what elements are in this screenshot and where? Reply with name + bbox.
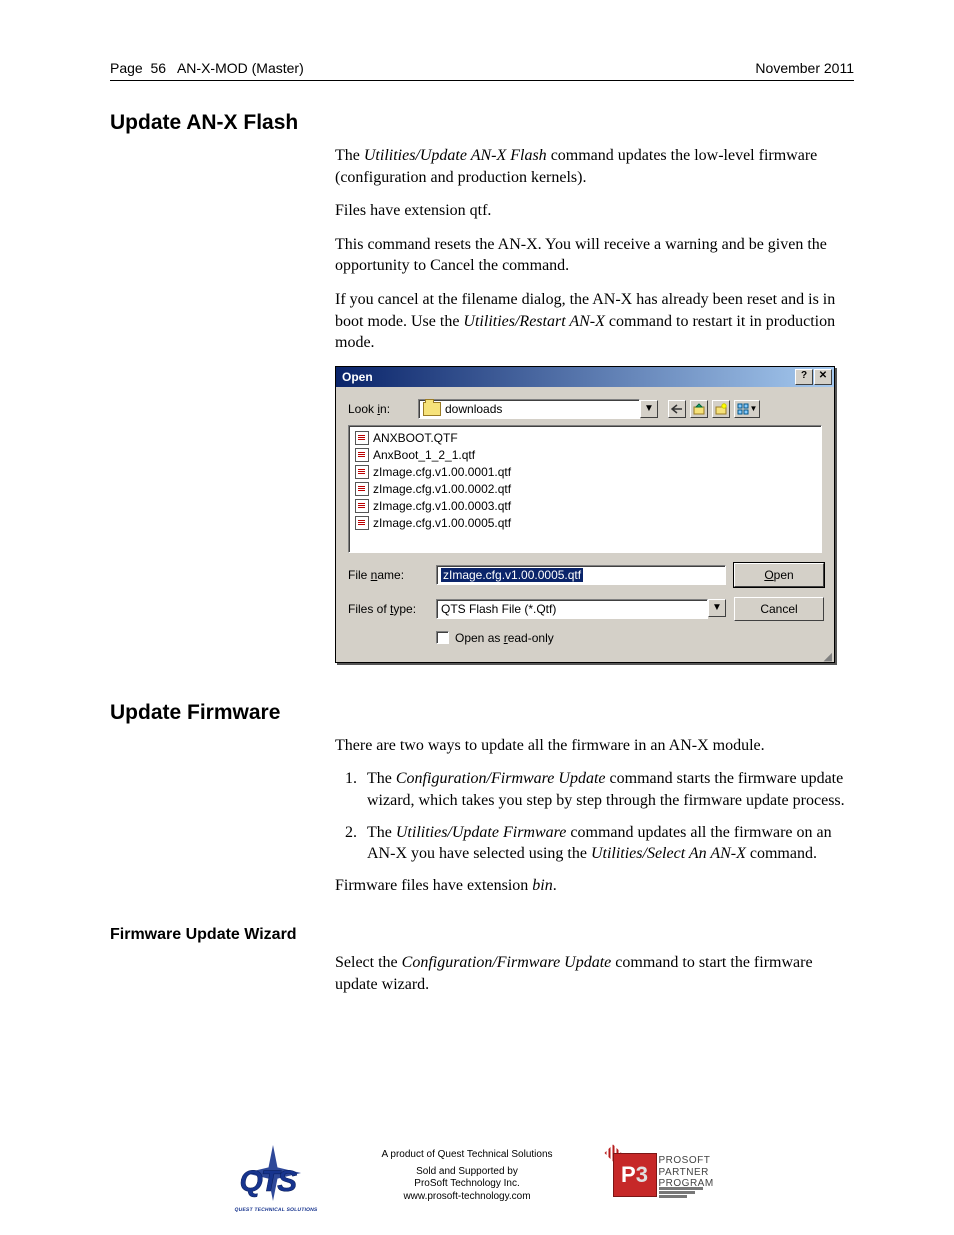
file-name-label: File name: [348,568,428,582]
list-item[interactable]: AnxBoot_1_2_1.qtf [355,447,815,464]
read-only-label: Open as read-only [455,631,554,645]
folder-icon [423,402,441,416]
file-name-input[interactable]: zImage.cfg.v1.00.0005.qtf [436,565,726,585]
page-footer: QTS QUEST TECHNICAL SOLUTIONS A product … [0,1141,954,1211]
chevron-down-icon[interactable]: ▼ [640,400,658,418]
footer-text: A product of Quest Technical Solutions S… [381,1149,552,1203]
look-in-value: downloads [445,402,502,416]
prosoft-partner-logo: P3 PROSOFT PARTNER PROGRAM [613,1147,723,1205]
dialog-titlebar[interactable]: Open ? ✕ [336,367,834,387]
paragraph: Firmware files have extension bin. [335,875,854,897]
files-of-type-combo[interactable]: QTS Flash File (*.Qtf) ▼ [436,599,726,619]
file-icon [355,448,369,462]
paragraph: Files have extension qtf. [335,200,854,222]
paragraph: The Utilities/Update AN-X Flash command … [335,145,854,188]
list-item[interactable]: zImage.cfg.v1.00.0003.qtf [355,498,815,515]
header-left: Page 56 AN-X-MOD (Master) [110,60,304,76]
header-date: November 2011 [755,60,854,76]
new-folder-icon[interactable] [712,400,730,418]
list-item[interactable]: zImage.cfg.v1.00.0005.qtf [355,515,815,532]
qts-logo: QTS QUEST TECHNICAL SOLUTIONS [231,1141,321,1211]
help-button[interactable]: ? [795,369,813,385]
heading-firmware-update-wizard: Firmware Update Wizard [110,926,854,944]
back-icon[interactable] [668,400,686,418]
paragraph: This command resets the AN-X. You will r… [335,234,854,277]
heading-update-anx-flash: Update AN-X Flash [110,111,854,135]
file-icon [355,482,369,496]
chevron-down-icon[interactable]: ▼ [708,599,726,617]
paragraph: Select the Configuration/Firmware Update… [335,952,854,995]
list-item[interactable]: zImage.cfg.v1.00.0001.qtf [355,464,815,481]
paragraph: If you cancel at the filename dialog, th… [335,289,854,354]
cancel-button[interactable]: Cancel [734,597,824,621]
file-icon [355,431,369,445]
files-of-type-label: Files of type: [348,602,428,616]
file-icon [355,465,369,479]
look-in-combo[interactable]: downloads ▼ [418,399,658,419]
list-item: The Configuration/Firmware Update comman… [361,768,854,811]
paragraph: There are two ways to update all the fir… [335,735,854,757]
dialog-title: Open [342,370,373,384]
list-item[interactable]: zImage.cfg.v1.00.0002.qtf [355,481,815,498]
close-button[interactable]: ✕ [814,369,832,385]
list-item[interactable]: ANXBOOT.QTF [355,430,815,447]
heading-update-firmware: Update Firmware [110,701,854,725]
file-list[interactable]: ANXBOOT.QTF AnxBoot_1_2_1.qtf zImage.cfg… [348,425,822,553]
list-item: The Utilities/Update Firmware command up… [361,822,854,865]
page-header: Page 56 AN-X-MOD (Master) November 2011 [110,60,854,81]
look-in-label: Look in: [348,402,418,416]
open-file-dialog: Open ? ✕ Look in: downloads [335,366,835,663]
read-only-checkbox[interactable] [436,631,449,644]
file-icon [355,499,369,513]
file-icon [355,516,369,530]
resize-grip[interactable]: ◢ [336,653,834,662]
up-level-icon[interactable] [690,400,708,418]
views-icon[interactable]: ▼ [734,400,760,418]
open-button[interactable]: Open [734,563,824,587]
